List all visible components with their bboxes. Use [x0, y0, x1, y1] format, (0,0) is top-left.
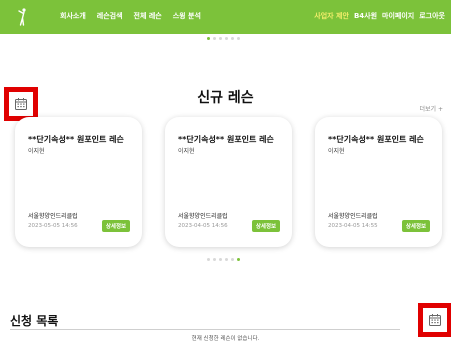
calendar-icon — [429, 314, 441, 326]
lesson-date: 2023-04-05 14:55 — [328, 223, 378, 229]
nav-item-all-lessons[interactable]: 전체 레슨 — [134, 11, 162, 21]
lesson-card[interactable]: **단기속성** 원포인트 레슨 이지현 서울향양인드리클럽 2023-04-0… — [315, 117, 442, 247]
calendar-button-apply-list[interactable] — [418, 303, 451, 337]
pagination-dot[interactable] — [219, 258, 222, 261]
lesson-venue: 서울향양인드리클럽 — [28, 213, 78, 220]
pagination-dot[interactable] — [219, 37, 222, 40]
nav-item-user[interactable]: B4사원 — [354, 11, 377, 21]
apply-list-title: 신청 목록 — [10, 314, 59, 328]
pagination-dot[interactable] — [213, 258, 216, 261]
divider — [10, 329, 400, 330]
carousel-pagination — [207, 258, 240, 261]
lesson-teacher: 이지현 — [328, 148, 345, 155]
pagination-dot[interactable] — [237, 258, 240, 261]
nav-item-mypage[interactable]: 마이페이지 — [382, 11, 414, 21]
nav-item-company[interactable]: 회사소개 — [60, 11, 86, 21]
nav-item-swing-analysis[interactable]: 스윙 분석 — [173, 11, 201, 21]
lesson-title: **단기속성** 원포인트 레슨 — [178, 135, 274, 144]
detail-button[interactable]: 상세정보 — [252, 220, 280, 232]
pagination-dot[interactable] — [237, 37, 240, 40]
pagination-dot[interactable] — [207, 37, 210, 40]
new-lessons-title: 신규 레슨 — [197, 90, 254, 106]
nav-item-logout[interactable]: 로그아웃 — [419, 11, 445, 21]
detail-button[interactable]: 상세정보 — [102, 220, 130, 232]
pagination-dot[interactable] — [207, 258, 210, 261]
pagination-dot[interactable] — [225, 37, 228, 40]
pagination-dot[interactable] — [231, 258, 234, 261]
top-nav-bar: 회사소개 레슨검색 전체 레슨 스윙 분석 사업자 제안 B4사원 마이페이지 … — [0, 0, 451, 34]
lesson-teacher: 이지현 — [178, 148, 195, 155]
lesson-title: **단기속성** 원포인트 레슨 — [328, 135, 424, 144]
golfer-logo-icon[interactable] — [18, 8, 28, 26]
banner-pagination — [207, 37, 240, 40]
pagination-dot[interactable] — [225, 258, 228, 261]
nav-item-business-proposal[interactable]: 사업자 제안 — [314, 11, 349, 21]
detail-button[interactable]: 상세정보 — [402, 220, 430, 232]
nav-item-lesson-search[interactable]: 레슨검색 — [97, 11, 123, 21]
lesson-card[interactable]: **단기속성** 원포인트 레슨 이지현 서울향양인드리클럽 2023-04-0… — [165, 117, 292, 247]
lesson-title: **단기속성** 원포인트 레슨 — [28, 135, 124, 144]
pagination-dot[interactable] — [231, 37, 234, 40]
lesson-venue: 서울향양인드리클럽 — [328, 213, 378, 220]
lesson-date: 2023-05-05 14:56 — [28, 223, 78, 229]
more-link[interactable]: 더보기 + — [420, 104, 444, 113]
lesson-teacher: 이지현 — [28, 148, 45, 155]
apply-list-empty-message: 현재 신청한 레슨이 없습니다. — [191, 336, 260, 342]
pagination-dot[interactable] — [213, 37, 216, 40]
lesson-date: 2023-04-05 14:56 — [178, 223, 228, 229]
lesson-venue: 서울향양인드리클럽 — [178, 213, 228, 220]
lesson-card[interactable]: **단기속성** 원포인트 레슨 이지현 서울향양인드리클럽 2023-05-0… — [15, 117, 142, 247]
